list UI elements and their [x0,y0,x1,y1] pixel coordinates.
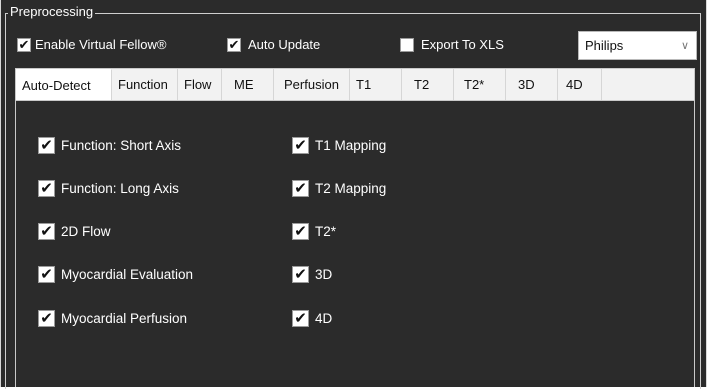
check-icon: ✔ [292,180,309,197]
t2-mapping-label: T2 Mapping [315,181,387,196]
check-icon: ✔ [38,137,55,154]
check-icon: ✔ [17,36,31,52]
function-long-axis-checkbox[interactable]: ✔ Function: Long Axis [38,180,179,197]
tab-3d[interactable]: 3D [506,69,558,100]
vendor-select[interactable]: Philips ∨ [578,31,697,60]
t2-mapping-checkbox[interactable]: ✔ T2 Mapping [292,180,386,197]
check-icon: ✔ [292,137,309,154]
myocardial-evaluation-label: Myocardial Evaluation [61,267,194,282]
enable-virtual-fellow-checkbox[interactable]: ✔ Enable Virtual Fellow® [17,37,166,52]
myocardial-perfusion-label: Myocardial Perfusion [61,311,188,326]
function-short-axis-label: Function: Short Axis [61,138,182,153]
tab-4d[interactable]: 4D [558,69,602,100]
myocardial-perfusion-checkbox[interactable]: ✔ Myocardial Perfusion [38,310,187,327]
empty-checkbox-box [400,37,414,52]
preprocessing-panel: Preprocessing ✔ Enable Virtual Fellow® ✔… [0,0,707,389]
t1-mapping-label: T1 Mapping [315,138,387,153]
check-icon: ✔ [227,36,241,52]
check-icon: ✔ [38,266,55,283]
chevron-down-icon: ∨ [680,40,690,52]
4d-checkbox[interactable]: ✔ 4D [292,310,332,327]
check-icon: ✔ [292,223,309,240]
auto-update-checkbox[interactable]: ✔ Auto Update [227,37,320,52]
export-to-xls-label: Export To XLS [421,37,504,52]
export-to-xls-checkbox[interactable]: Export To XLS [400,37,504,52]
check-icon: ✔ [38,310,55,327]
check-icon: ✔ [38,223,55,240]
3d-label: 3D [315,267,333,282]
tab-t1[interactable]: T1 [350,69,402,100]
tab-bar-filler [602,69,694,100]
myocardial-evaluation-checkbox[interactable]: ✔ Myocardial Evaluation [38,266,193,283]
t2-star-label: T2* [315,224,337,239]
tab-t2-star[interactable]: T2* [454,69,506,100]
tab-perfusion[interactable]: Perfusion [274,69,350,100]
function-long-axis-label: Function: Long Axis [61,181,179,196]
group-title: Preprocessing [8,4,96,20]
check-icon: ✔ [292,266,309,283]
function-short-axis-checkbox[interactable]: ✔ Function: Short Axis [38,137,181,154]
enable-virtual-fellow-label: Enable Virtual Fellow® [35,37,167,52]
tab-me[interactable]: ME [222,69,274,100]
tab-function[interactable]: Function [112,69,178,100]
auto-update-label: Auto Update [248,37,321,52]
check-icon: ✔ [292,310,309,327]
tab-t2[interactable]: T2 [402,69,454,100]
tab-auto-detect[interactable]: Auto-Detect [16,69,112,100]
t2-star-checkbox[interactable]: ✔ T2* [292,223,336,240]
vendor-select-value: Philips [585,38,624,53]
4d-label: 4D [315,311,333,326]
t1-mapping-checkbox[interactable]: ✔ T1 Mapping [292,137,386,154]
3d-checkbox[interactable]: ✔ 3D [292,266,332,283]
2d-flow-checkbox[interactable]: ✔ 2D Flow [38,223,111,240]
tab-flow[interactable]: Flow [178,69,222,100]
2d-flow-label: 2D Flow [61,224,111,239]
check-icon: ✔ [38,180,55,197]
tab-bar: Auto-Detect Function Flow ME Perfusion T… [15,68,695,101]
